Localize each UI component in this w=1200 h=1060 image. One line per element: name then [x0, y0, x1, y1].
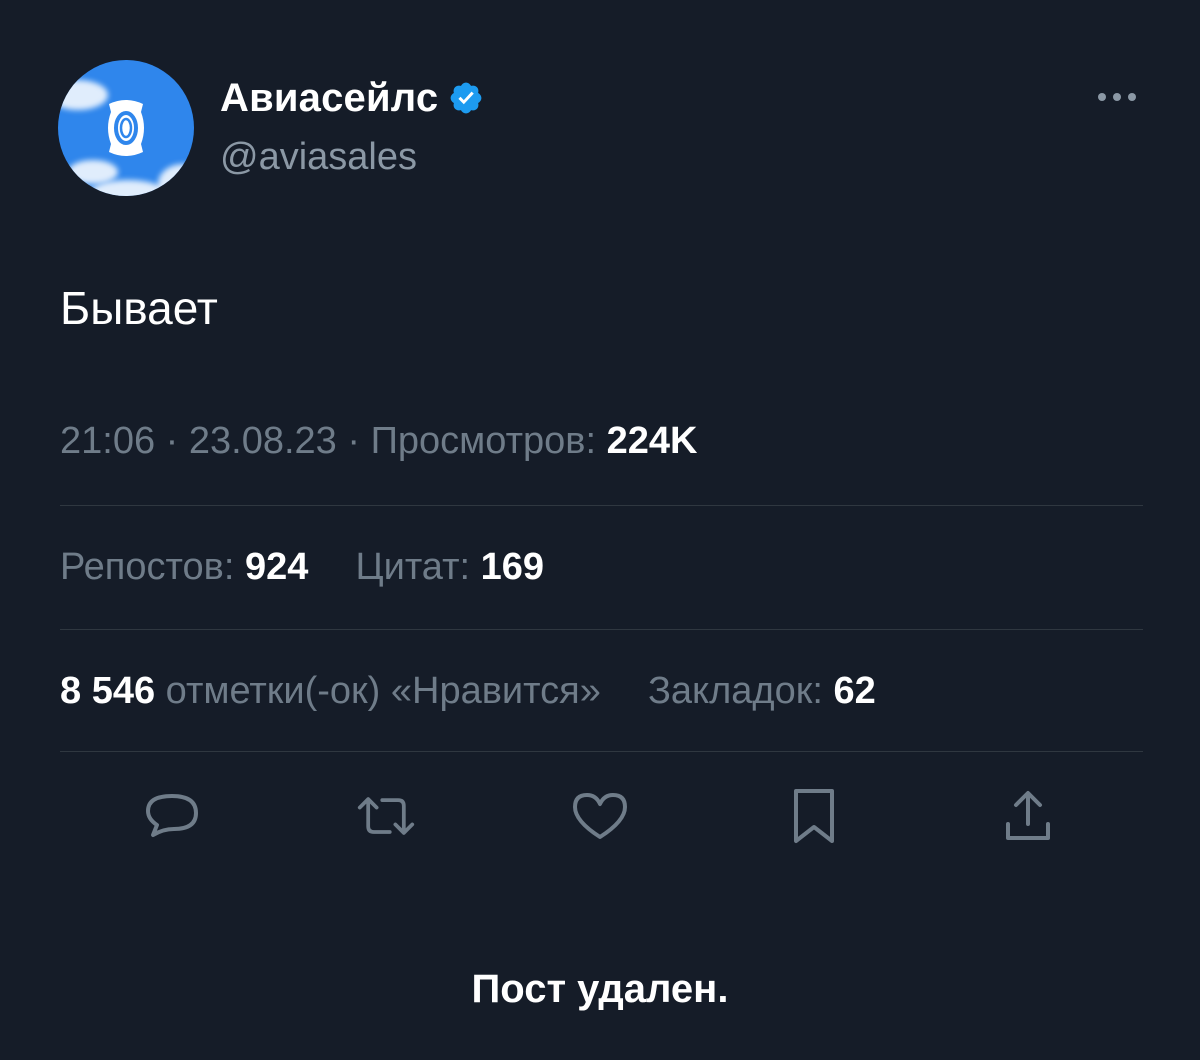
- divider: [60, 505, 1143, 506]
- avatar[interactable]: [58, 60, 194, 196]
- reposts-stat[interactable]: Репостов: 924: [60, 546, 319, 588]
- author-handle[interactable]: @aviasales: [220, 134, 417, 180]
- reply-button[interactable]: [142, 786, 202, 846]
- quotes-count: 169: [480, 546, 545, 588]
- repost-icon: [357, 797, 415, 835]
- heart-icon: [573, 793, 627, 839]
- bookmarks-count: 62: [833, 670, 876, 712]
- deleted-notice: Пост удален.: [471, 967, 729, 1011]
- likes-stat[interactable]: 8 546 отметки(-ок) «Нравится»: [60, 670, 611, 712]
- like-button[interactable]: [570, 786, 630, 846]
- author-name[interactable]: Авиасейлс: [220, 74, 438, 122]
- divider: [60, 751, 1143, 752]
- repost-button[interactable]: [356, 786, 416, 846]
- quotes-label: Цитат:: [355, 546, 471, 588]
- aviasales-logo-icon: [108, 100, 144, 156]
- comment-icon: [146, 794, 198, 837]
- verified-badge-icon: [450, 82, 482, 114]
- views-count: 224K: [606, 420, 698, 462]
- tweet-time[interactable]: 21:06: [60, 420, 155, 462]
- share-button[interactable]: [998, 786, 1058, 846]
- quotes-stat[interactable]: Цитат: 169: [355, 546, 544, 588]
- reposts-count: 924: [244, 546, 309, 588]
- likes-label: отметки(-ок) «Нравится»: [165, 670, 601, 712]
- tweet-date[interactable]: 23.08.23: [189, 420, 337, 462]
- bookmarks-label: Закладок:: [647, 670, 823, 712]
- bookmarks-stat[interactable]: Закладок: 62: [648, 670, 876, 712]
- share-icon: [1006, 791, 1050, 840]
- reposts-label: Репостов:: [60, 546, 235, 588]
- likes-count: 8 546: [60, 670, 156, 712]
- bookmark-icon: [794, 789, 834, 843]
- author-name-row[interactable]: Авиасейлс: [220, 74, 484, 122]
- likes-bookmarks-row: 8 546 отметки(-ок) «Нравится» Закладок: …: [60, 666, 876, 716]
- tweet-meta: 21:06 · 23.08.23 · Просмотров: 224K: [60, 416, 697, 466]
- views-label: Просмотров:: [370, 420, 596, 462]
- bookmark-button[interactable]: [784, 786, 844, 846]
- tweet-text: Бывает: [60, 282, 218, 334]
- separator: ·: [347, 420, 361, 462]
- action-bar: [0, 786, 1200, 846]
- reposts-quotes-row: Репостов: 924 Цитат: 169: [60, 542, 544, 592]
- separator: ·: [165, 420, 179, 462]
- divider: [60, 629, 1143, 630]
- more-options-icon[interactable]: [1092, 82, 1142, 112]
